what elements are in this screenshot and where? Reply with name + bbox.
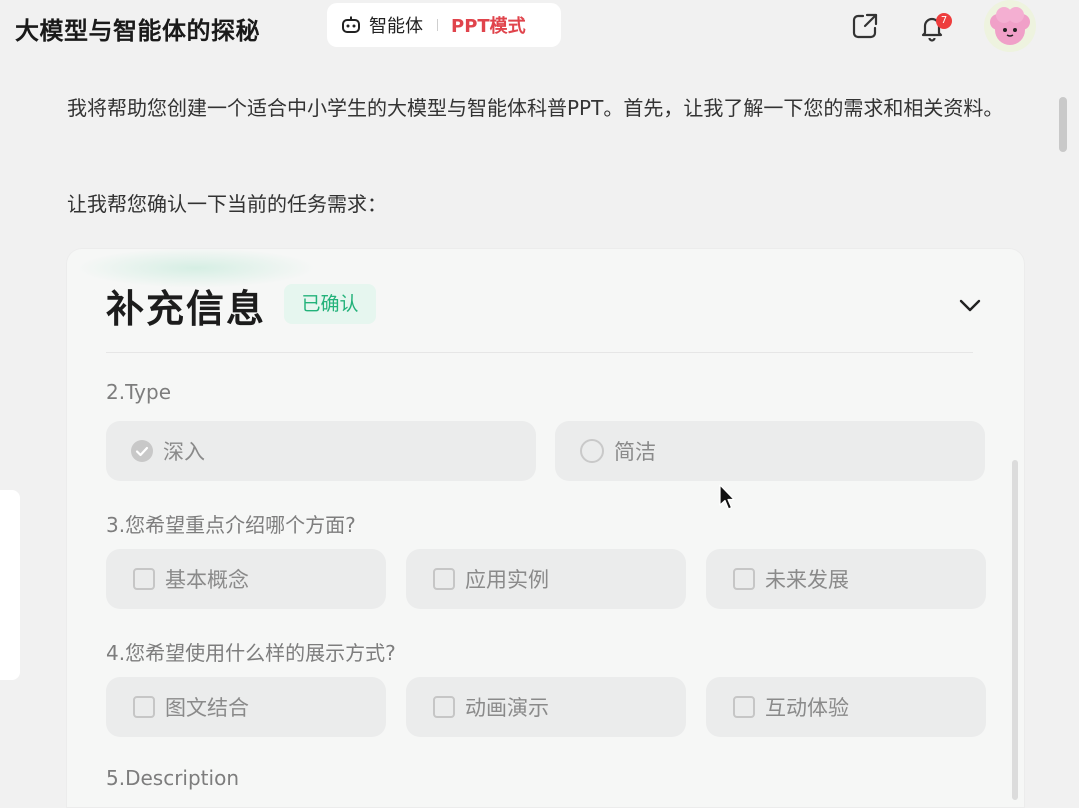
option-concise[interactable]: 简洁 bbox=[555, 421, 985, 481]
avatar[interactable] bbox=[984, 0, 1036, 52]
ppt-mode-label[interactable]: PPT模式 bbox=[451, 12, 526, 38]
option-basic-concepts[interactable]: 基本概念 bbox=[106, 549, 386, 609]
notification-badge: 7 bbox=[936, 13, 952, 29]
checkbox-icon bbox=[133, 568, 155, 590]
option-label: 未来发展 bbox=[765, 568, 849, 592]
option-label: 互动体验 bbox=[765, 696, 849, 720]
agent-mode-label[interactable]: 智能体 bbox=[369, 12, 423, 38]
option-label: 基本概念 bbox=[165, 568, 249, 592]
option-label: 深入 bbox=[163, 440, 205, 464]
pill-divider bbox=[437, 19, 438, 31]
checkbox-icon bbox=[733, 696, 755, 718]
option-future[interactable]: 未来发展 bbox=[706, 549, 986, 609]
option-label: 应用实例 bbox=[465, 568, 549, 592]
mode-switcher[interactable]: 智能体 PPT模式 bbox=[327, 3, 561, 47]
question-label-type: 2.Type bbox=[106, 380, 172, 404]
card-scrollbar[interactable] bbox=[1012, 460, 1018, 800]
mouse-cursor-icon bbox=[719, 484, 735, 510]
checkbox-icon bbox=[433, 568, 455, 590]
option-deep[interactable]: 深入 bbox=[106, 421, 536, 481]
share-button[interactable] bbox=[848, 9, 882, 43]
avatar-illustration bbox=[990, 7, 1030, 45]
status-badge: 已确认 bbox=[284, 284, 376, 324]
card-title: 补充信息 bbox=[106, 287, 267, 331]
checkbox-icon bbox=[433, 696, 455, 718]
option-applications[interactable]: 应用实例 bbox=[406, 549, 686, 609]
side-panel-tab[interactable] bbox=[0, 490, 20, 680]
question-label-display: 4.您希望使用什么样的展示方式? bbox=[106, 641, 396, 665]
option-interactive[interactable]: 互动体验 bbox=[706, 677, 986, 737]
page-title: 大模型与智能体的探秘 bbox=[15, 17, 260, 45]
radio-checked-icon bbox=[131, 440, 153, 462]
question-label-description: 5.Description bbox=[106, 766, 239, 790]
radio-icon bbox=[580, 439, 604, 463]
question-label-focus: 3.您希望重点介绍哪个方面? bbox=[106, 513, 356, 537]
assistant-message-intro: 我将帮助您创建一个适合中小学生的大模型与智能体科普PPT。首先，让我了解一下您的… bbox=[67, 96, 1004, 120]
page-scrollbar[interactable] bbox=[1059, 97, 1067, 152]
notification-button[interactable]: 7 bbox=[914, 9, 952, 45]
chevron-down-icon[interactable] bbox=[955, 290, 985, 320]
top-bar: 大模型与智能体的探秘 智能体 PPT模式 7 bbox=[0, 0, 1079, 52]
checkbox-icon bbox=[733, 568, 755, 590]
option-label: 动画演示 bbox=[465, 696, 549, 720]
robot-icon bbox=[342, 16, 360, 33]
card-divider bbox=[106, 352, 973, 353]
option-animation[interactable]: 动画演示 bbox=[406, 677, 686, 737]
option-text-image[interactable]: 图文结合 bbox=[106, 677, 386, 737]
option-label: 简洁 bbox=[614, 440, 656, 464]
option-label: 图文结合 bbox=[165, 696, 249, 720]
share-icon bbox=[852, 13, 878, 39]
assistant-message-confirm: 让我帮您确认一下当前的任务需求： bbox=[67, 192, 387, 216]
supplementary-info-card: 补充信息 已确认 2.Type 深入 简洁 3.您希望重点介绍哪个方面? 基本概… bbox=[66, 248, 1025, 808]
checkbox-icon bbox=[133, 696, 155, 718]
